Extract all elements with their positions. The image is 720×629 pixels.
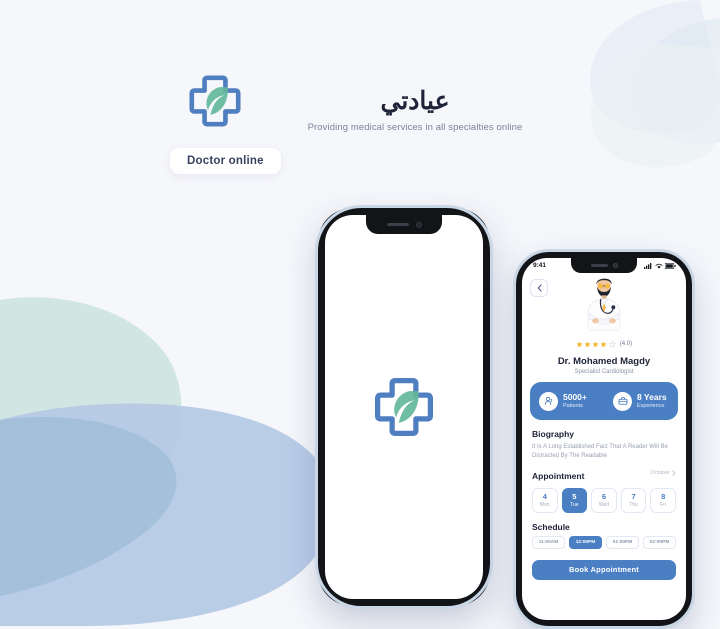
- time-slot-0100pm[interactable]: 01:00PM: [606, 535, 639, 549]
- time-slot-picker: 11:00AM 12:00PM 01:00PM 02:00PM: [532, 535, 676, 549]
- chevron-right-icon: [672, 470, 676, 476]
- stats-panel: 5000+ Patients 8 Years Experience: [530, 382, 678, 420]
- stat-value: 5000+: [563, 391, 587, 402]
- book-appointment-button[interactable]: Book Appointment: [532, 559, 676, 580]
- star-empty-5: [608, 335, 616, 353]
- doctor-online-badge: Doctor online: [170, 148, 281, 174]
- brand-title-block: عيادتي Providing medical services in all…: [300, 86, 530, 133]
- medical-cross-leaf-logo: [189, 75, 241, 127]
- day-option-8[interactable]: 8 Fri: [650, 487, 676, 513]
- day-name: Wed: [598, 502, 610, 509]
- schedule-title: Schedule: [532, 521, 570, 532]
- star-filled-1: [576, 335, 583, 353]
- stat-experience: 8 Years Experience: [604, 391, 678, 411]
- day-name: Tue: [570, 502, 579, 509]
- month-label: October: [650, 470, 670, 477]
- appointment-title: Appointment: [532, 470, 585, 481]
- doctor-detail-screen: 9:41 (4.0) Dr. Mohamed Magdy Specialist …: [522, 258, 686, 620]
- blob-left-periwinkle: [0, 403, 334, 626]
- time-slot-0200pm[interactable]: 02:00PM: [643, 535, 676, 549]
- rating-score: (4.0): [619, 341, 633, 347]
- appointment-section: Appointment October 4 Mon 5 Tue 6 Wed 7 …: [522, 462, 686, 513]
- doctor-illustration: [587, 278, 621, 331]
- app-content: (4.0) Dr. Mohamed Magdy Specialist Cardi…: [522, 273, 686, 620]
- status-time: 9:41: [533, 262, 547, 269]
- day-option-5[interactable]: 5 Tue: [561, 487, 588, 513]
- people-icon: [539, 391, 558, 411]
- wifi-icon: [655, 263, 662, 269]
- chevron-left-icon: [537, 284, 542, 292]
- battery-icon: [665, 262, 676, 269]
- cellular-signal-icon: [644, 262, 652, 269]
- splash-screen: [325, 215, 483, 599]
- biography-section: Biography It Is A Long Established Fact …: [522, 429, 686, 462]
- speaker-grille-icon: [386, 222, 409, 227]
- phone-mockup-splash: [315, 205, 493, 609]
- day-name: Thu: [629, 502, 638, 509]
- star-filled-4: [600, 335, 607, 353]
- star-filled-2: [584, 335, 591, 353]
- day-picker: 4 Mon 5 Tue 6 Wed 7 Thu 8 Fri: [532, 487, 676, 513]
- stat-label: Patients: [563, 403, 583, 410]
- doctor-name: Dr. Mohamed Magdy: [557, 356, 651, 367]
- stat-label: Experience: [637, 403, 665, 410]
- brand-title-arabic: عيادتي: [380, 87, 450, 115]
- month-selector[interactable]: October: [650, 470, 676, 476]
- blob-left-overlap: [0, 417, 177, 596]
- day-name: Fri: [660, 502, 667, 509]
- day-number: 5: [572, 492, 577, 502]
- phone-mockup-doctor-detail: 9:41 (4.0) Dr. Mohamed Magdy Specialist …: [513, 249, 695, 629]
- day-name: Mon: [539, 502, 550, 509]
- doctor-specialty: Specialist Cardiologist: [574, 369, 634, 375]
- star-filled-3: [592, 335, 599, 353]
- back-button[interactable]: [530, 279, 548, 297]
- day-number: 7: [631, 492, 636, 502]
- schedule-section: Schedule 11:00AM 12:00PM 01:00PM 02:00PM: [522, 522, 686, 549]
- briefcase-icon: [613, 391, 632, 411]
- day-number: 8: [661, 492, 666, 502]
- day-number: 4: [542, 492, 547, 502]
- biography-title: Biography: [532, 429, 575, 439]
- rating-row: (4.0): [522, 335, 686, 353]
- status-bar: 9:41: [522, 258, 686, 273]
- biography-text: It Is A Long Established Fact That A Rea…: [532, 444, 668, 460]
- day-option-6[interactable]: 6 Wed: [591, 487, 617, 513]
- day-number: 6: [601, 492, 607, 502]
- blob-left-teal: [0, 297, 182, 596]
- time-slot-1200pm[interactable]: 12:00PM: [569, 535, 602, 549]
- stat-value: 8 Years: [637, 391, 667, 402]
- phone-notch: [366, 215, 442, 234]
- day-option-7[interactable]: 7 Thu: [620, 487, 647, 513]
- stat-patients: 5000+ Patients: [530, 391, 604, 411]
- splash-medical-cross-leaf-logo: [374, 377, 434, 437]
- time-slot-1100am[interactable]: 11:00AM: [532, 535, 565, 549]
- day-option-4[interactable]: 4 Mon: [532, 487, 558, 513]
- page-header: Doctor online عيادتي Providing medical s…: [0, 0, 720, 200]
- front-camera-icon: [415, 221, 422, 228]
- brand-tagline: Providing medical services in all specia…: [307, 122, 523, 134]
